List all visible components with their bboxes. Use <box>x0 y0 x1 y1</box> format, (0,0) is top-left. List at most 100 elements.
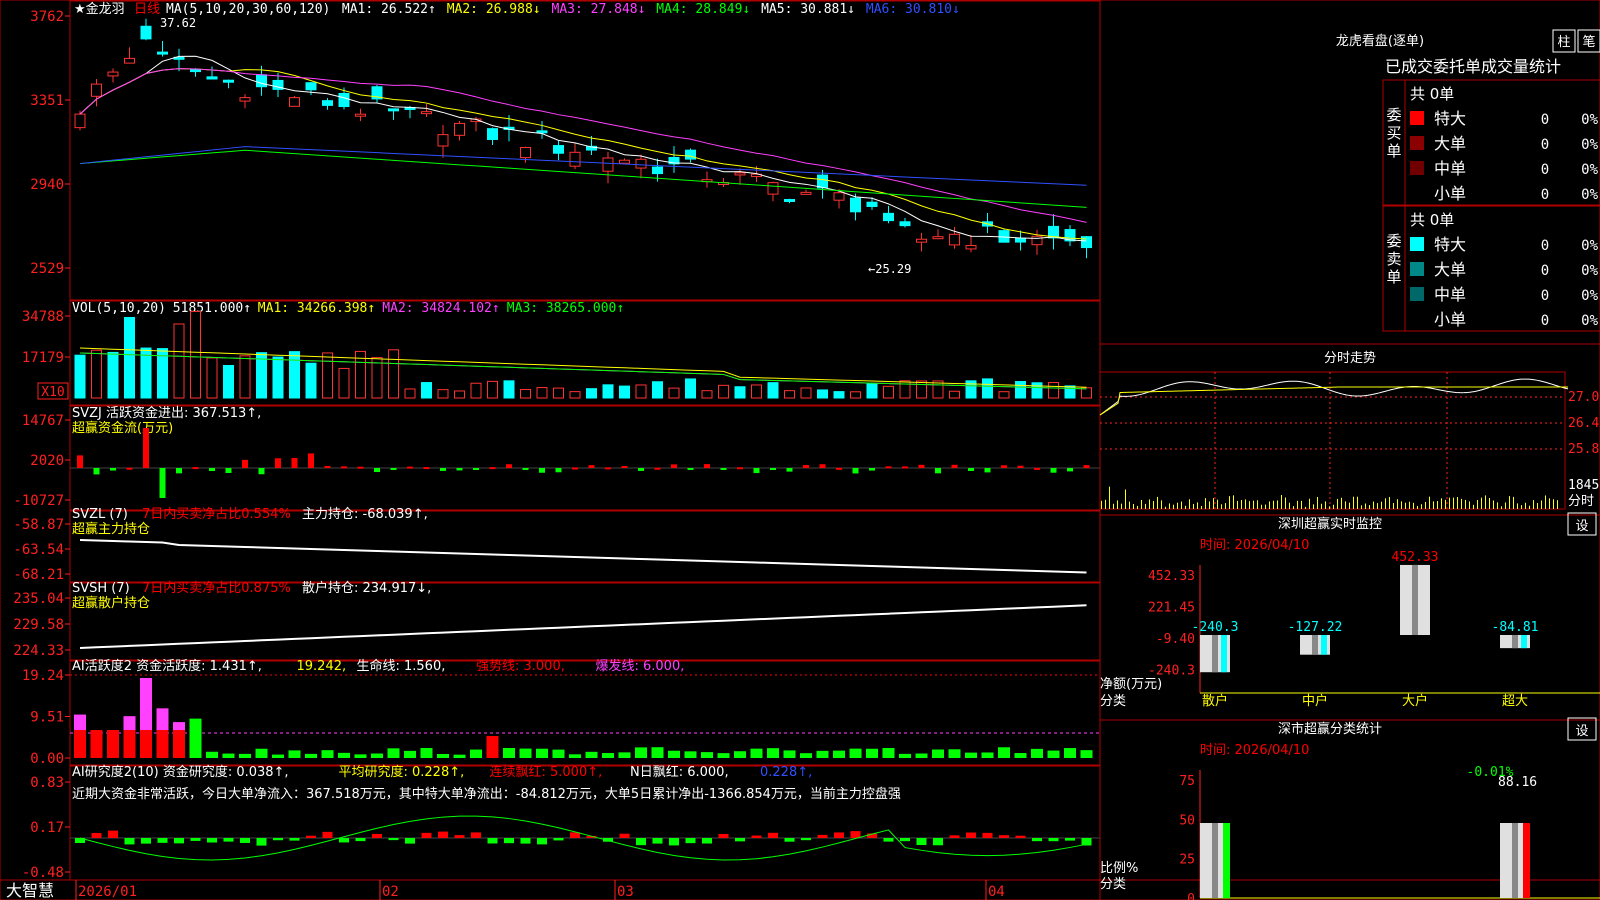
settings-button-label[interactable]: 设 <box>1575 519 1588 534</box>
ai-bar <box>1047 750 1060 758</box>
intraday-vol-bar <box>1389 497 1390 509</box>
vol-bar <box>949 390 960 399</box>
intraday-frame <box>1099 371 1566 510</box>
candle <box>734 172 746 176</box>
intraday-vol-bar <box>1281 495 1282 509</box>
ai-bar <box>338 752 350 758</box>
flow-bar <box>935 468 941 474</box>
flow-bar <box>357 466 364 469</box>
toggle-button-label[interactable]: 笔 <box>1582 34 1595 50</box>
vol-bar <box>767 382 779 399</box>
legend-swatch <box>1410 287 1424 301</box>
intraday-vol-bar <box>1221 504 1222 509</box>
vol-tick: 34788 <box>22 309 64 325</box>
ai-bar <box>173 730 185 758</box>
candle <box>932 236 944 240</box>
vol-bar <box>998 391 1010 399</box>
ma-label: MA1: 26.522↑ <box>342 2 436 17</box>
intraday-vol-bar <box>1537 502 1538 509</box>
research-bar <box>355 838 366 842</box>
vol-label: MA3: 38265.000↑ <box>507 301 624 316</box>
candle <box>685 149 696 160</box>
candle <box>91 83 102 97</box>
panel-tick: 452.33 <box>1148 569 1195 584</box>
intraday-vol-bar <box>1121 503 1122 509</box>
flow-bar <box>786 468 793 472</box>
intraday-vol-bar <box>1269 501 1270 509</box>
pane-frame <box>69 765 1101 881</box>
order-pct: 0% <box>1581 238 1598 254</box>
intraday-vol-bar <box>1489 497 1490 509</box>
ai-bar <box>1014 753 1027 758</box>
ai1-tick: 19.24 <box>22 668 64 684</box>
intraday-vol-bar <box>1481 497 1482 509</box>
flow-bar <box>638 468 644 471</box>
ai-bar <box>800 753 812 758</box>
vol-bar <box>371 357 383 399</box>
vol-bar <box>404 388 416 399</box>
flow-bar <box>440 468 446 471</box>
research-bar <box>141 838 151 844</box>
candle <box>800 191 812 195</box>
ma-line <box>79 68 1087 240</box>
intraday-vol-bar <box>1217 499 1218 509</box>
flow-bar <box>951 464 958 468</box>
candle <box>965 244 977 250</box>
flow-bar <box>93 468 100 475</box>
candle <box>899 221 911 227</box>
top-label: -0.01% <box>1467 765 1514 780</box>
ai-bar <box>519 748 532 758</box>
candle <box>322 100 333 106</box>
ai-bar <box>981 752 994 758</box>
candle <box>949 233 960 246</box>
kline-title: 日线 <box>134 2 160 17</box>
bar-value: -84.81 <box>1492 620 1539 635</box>
ai-bar <box>866 748 878 758</box>
intraday-vol-bar <box>1485 495 1486 509</box>
vol-bar <box>91 349 102 399</box>
flow-bar <box>423 467 430 470</box>
intraday-tick: 27.01 <box>1568 390 1600 405</box>
svsh-subtitle: 超赢散户持仓 <box>72 595 150 611</box>
research-bar <box>636 838 646 846</box>
ratio-bar-shade <box>1512 823 1518 898</box>
bar-value: 452.33 <box>1392 550 1439 565</box>
flow-bar <box>803 465 809 468</box>
intraday-vol-bar <box>1545 495 1546 509</box>
stock-terminal: 3762 3351 2940 2529 ★金龙羽 日线 MA(5,10,20,30,60,1… <box>0 0 1600 900</box>
candle <box>74 113 86 129</box>
panel-tick: -9.40 <box>1156 632 1195 647</box>
research-bar <box>702 838 712 844</box>
side-label: 卖 <box>1386 250 1401 268</box>
candle <box>569 151 581 167</box>
ai-bar <box>420 748 433 758</box>
settings-button-label[interactable]: 设 <box>1575 724 1588 739</box>
intraday-vol-bar <box>1361 505 1362 509</box>
candle <box>437 134 449 147</box>
order-pct: 0% <box>1581 263 1598 279</box>
vol-bar <box>322 352 333 399</box>
vol-bar <box>635 384 647 399</box>
toggle-button-label[interactable]: 柱 <box>1557 35 1570 50</box>
flow-bar <box>869 468 875 471</box>
x-tick: 04 <box>988 884 1005 900</box>
ai-bar <box>602 753 614 758</box>
ai1-tick: 9.51 <box>30 710 64 726</box>
research-bar <box>1048 838 1059 842</box>
candle <box>388 108 399 112</box>
intraday-vol-bar <box>1165 506 1166 509</box>
intraday-vol-bar <box>1497 502 1498 509</box>
research-bar <box>421 832 432 838</box>
candle <box>454 122 465 136</box>
category-label: 超大 <box>1502 694 1528 709</box>
ma-label: MA4: 28.849↓ <box>656 2 750 17</box>
flow-bar <box>1050 468 1057 473</box>
research-bar <box>619 833 630 838</box>
intraday-vol-bar <box>1245 499 1246 509</box>
research-bar <box>718 833 729 838</box>
flow-bar <box>489 467 496 470</box>
intraday-vol-bar <box>1465 499 1466 509</box>
intraday-vol-bar <box>1273 500 1274 509</box>
intraday-vol-bar <box>1517 503 1518 509</box>
intraday-vol-bar <box>1229 496 1230 509</box>
